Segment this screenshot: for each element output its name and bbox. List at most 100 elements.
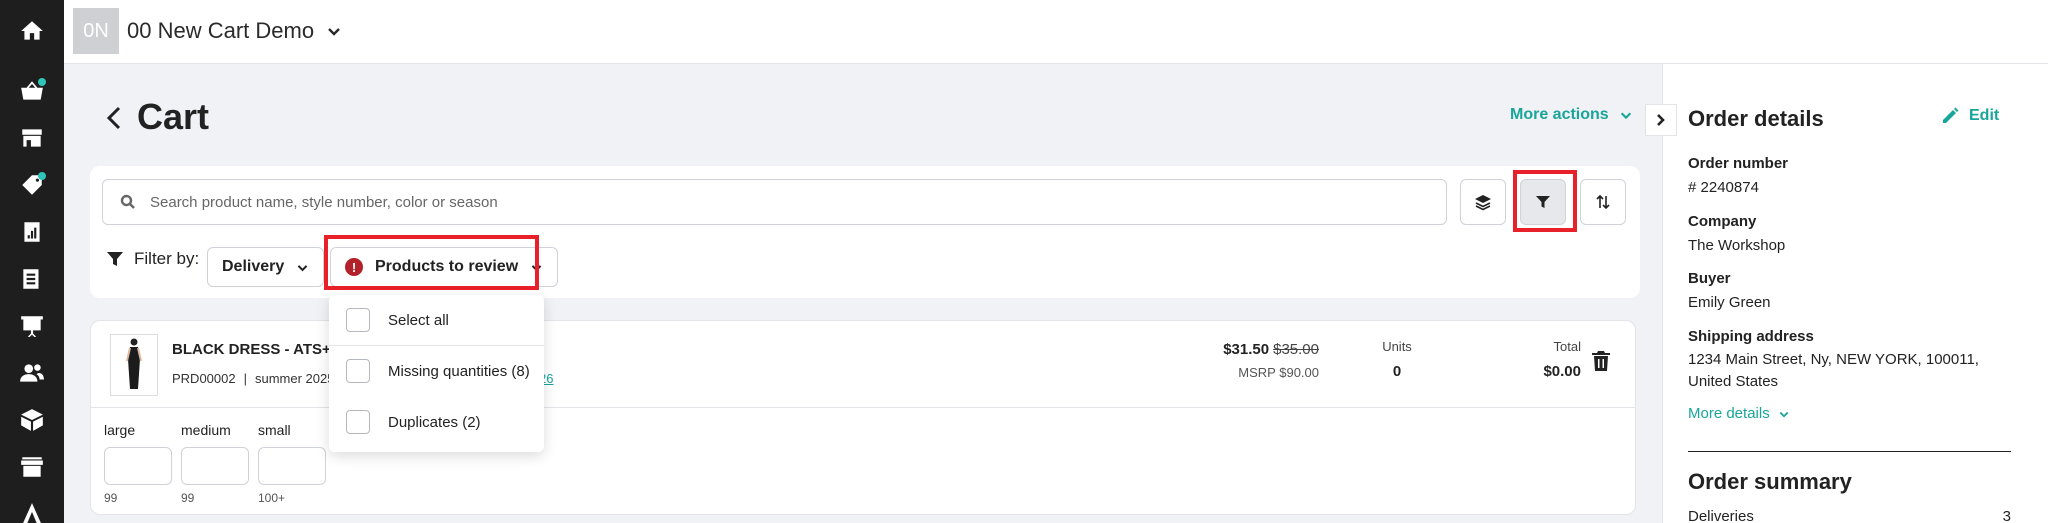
checkbox[interactable]	[346, 308, 370, 332]
divider	[1688, 451, 2011, 452]
total-value: $0.00	[1543, 363, 1581, 380]
avatar[interactable]: 0N	[73, 8, 119, 54]
option-label: Select all	[388, 311, 449, 329]
quantity-input[interactable]	[181, 447, 249, 485]
shipping-address-value: 1234 Main Street, Ny, NEW YORK, 100011, …	[1688, 351, 1979, 390]
buyer-value: Emily Green	[1688, 294, 1771, 311]
search-input[interactable]	[150, 193, 1400, 211]
more-details-label: More details	[1688, 405, 1770, 422]
old-price: $35.00	[1273, 341, 1319, 358]
chevron-down-icon	[328, 28, 340, 36]
size-entry-large: large 99	[104, 422, 172, 505]
nav-item-reports[interactable]	[0, 210, 64, 254]
order-number-label: Order number	[1688, 155, 1789, 172]
sort-icon	[1596, 194, 1610, 210]
quantity-input[interactable]	[258, 447, 326, 485]
chevron-down-icon	[1779, 411, 1789, 418]
delete-button[interactable]	[1592, 351, 1610, 371]
meta-separator: |	[243, 371, 247, 386]
option-label: Duplicates (2)	[388, 413, 481, 431]
option-missing-quantities[interactable]: Missing quantities (8)	[329, 346, 544, 396]
home-icon	[21, 21, 43, 40]
shipping-address-label: Shipping address	[1688, 328, 1814, 345]
unit-price: $31.50 $35.00	[1131, 341, 1319, 358]
trash-icon	[1592, 351, 1610, 371]
more-actions-button[interactable]: More actions	[1510, 106, 1633, 124]
filter-by-label: Filter by:	[106, 249, 199, 269]
units-value: 0	[1392, 363, 1402, 380]
delivery-filter[interactable]: Delivery	[207, 247, 325, 287]
storefront-icon	[22, 129, 42, 147]
report-icon	[24, 222, 40, 242]
product-name[interactable]: BLACK DRESS - ATS+FU	[172, 341, 351, 358]
size-entry-medium: medium 99	[181, 422, 249, 505]
group-by-button[interactable]	[1460, 179, 1506, 225]
msrp-price: MSRP $90.00	[1238, 365, 1319, 380]
product-meta: PRD00002 | summer 2025	[172, 371, 334, 386]
highlight-box-review-filter	[324, 235, 539, 290]
size-label: large	[104, 422, 136, 438]
edit-button[interactable]: Edit	[1941, 107, 1999, 125]
product-code: PRD00002	[172, 371, 236, 386]
more-actions-label: More actions	[1510, 106, 1609, 123]
nav-item-cart[interactable]	[0, 69, 64, 113]
book-icon	[23, 269, 39, 289]
nav-item-brand[interactable]	[0, 492, 64, 523]
highlight-box-filter-button	[1513, 170, 1577, 232]
nav-item-customers[interactable]	[0, 351, 64, 395]
cart-line-item: BLACK DRESS - ATS+FU PRD00002 | summer 2…	[90, 320, 1636, 515]
total-label: Total	[1553, 339, 1581, 354]
company-label: Company	[1688, 213, 1757, 230]
layers-icon	[1475, 195, 1491, 211]
page-title: Cart	[137, 96, 210, 137]
top-bar: 0N 00 New Cart Demo	[64, 0, 2048, 64]
stock-count: 99	[104, 491, 118, 505]
order-details-title: Order details	[1688, 106, 1824, 131]
more-details-link[interactable]: More details	[1688, 405, 1790, 422]
box-icon	[21, 409, 43, 431]
delivery-filter-label: Delivery	[222, 258, 285, 275]
size-entry-small: small 100+	[258, 422, 326, 505]
back-button[interactable]	[104, 104, 126, 132]
review-filter-dropdown: Select all Missing quantities (8) Duplic…	[329, 295, 544, 452]
users-icon	[20, 364, 44, 382]
side-navigation	[0, 0, 64, 523]
nav-item-catalog[interactable]	[0, 257, 64, 301]
quantity-input[interactable]	[104, 447, 172, 485]
company-value: The Workshop	[1688, 237, 1786, 254]
order-details-panel: Order details Edit Order number # 224087…	[1662, 64, 2048, 523]
nav-item-home[interactable]	[0, 9, 64, 53]
product-thumbnail[interactable]	[110, 334, 158, 396]
checkbox[interactable]	[346, 410, 370, 434]
checkbox[interactable]	[346, 359, 370, 383]
search-icon	[120, 194, 135, 209]
deliveries-row: Deliveries 3	[1688, 508, 2011, 523]
chevron-down-icon	[298, 264, 308, 271]
nav-item-store[interactable]	[0, 116, 64, 160]
workspace-title: 00 New Cart Demo	[127, 18, 315, 43]
deliveries-label: Deliveries	[1688, 508, 1754, 523]
chevron-down-icon	[1620, 112, 1631, 120]
shop-icon	[21, 457, 43, 477]
size-label: medium	[181, 422, 231, 438]
units-label: Units	[1382, 339, 1412, 354]
chevron-left-icon	[106, 106, 121, 130]
option-select-all[interactable]: Select all	[329, 295, 544, 345]
stock-count: 99	[181, 491, 195, 505]
brand-icon	[23, 503, 41, 523]
option-duplicates[interactable]: Duplicates (2)	[329, 397, 544, 447]
search-box	[102, 179, 1447, 225]
order-summary-title: Order summary	[1688, 469, 1852, 494]
order-number-value: # 2240874	[1688, 179, 1759, 196]
sort-button[interactable]	[1580, 179, 1626, 225]
collapse-panel-button[interactable]	[1645, 104, 1677, 136]
nav-item-products[interactable]	[0, 398, 64, 442]
nav-item-presentations[interactable]	[0, 304, 64, 348]
nav-item-tags[interactable]	[0, 163, 64, 207]
filter-by-text: Filter by:	[134, 249, 200, 268]
workspace-switcher[interactable]: 00 New Cart Demo	[127, 18, 342, 44]
nav-item-shops[interactable]	[0, 445, 64, 489]
size-label: small	[258, 422, 291, 438]
option-label: Missing quantities (8)	[388, 362, 530, 380]
filter-icon	[107, 252, 123, 266]
